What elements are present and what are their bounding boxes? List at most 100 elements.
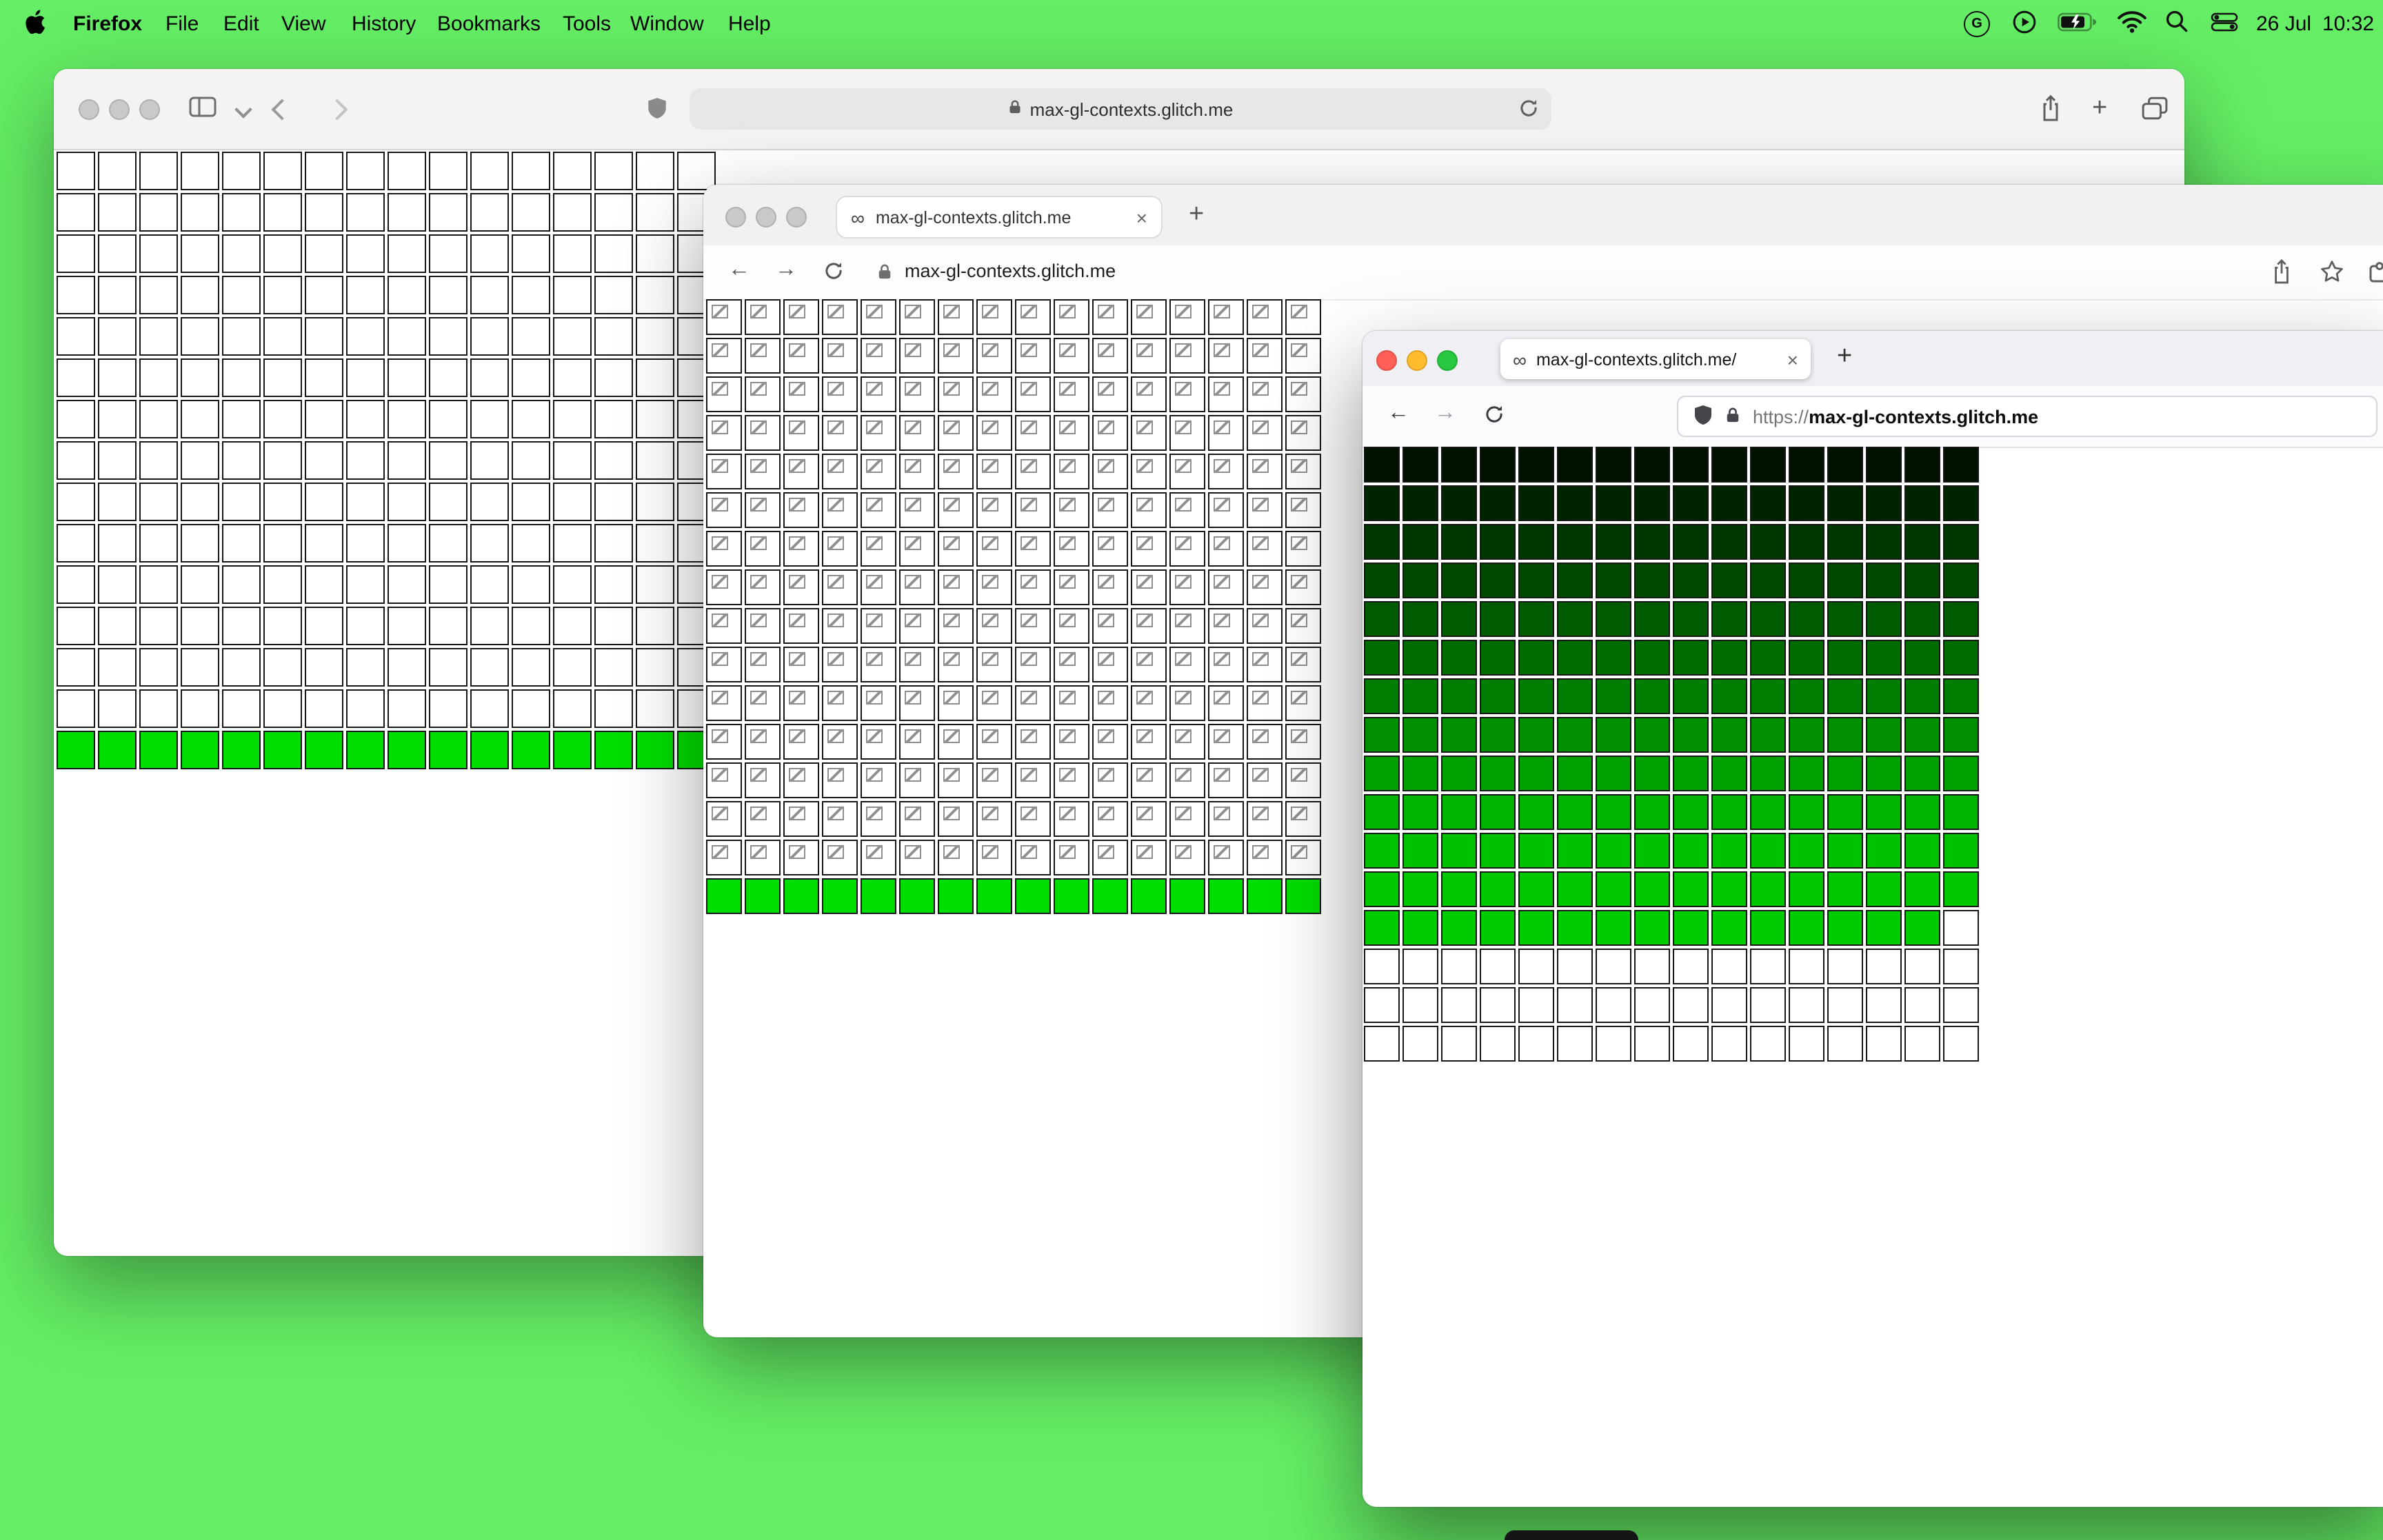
back-button[interactable]: ← [1387, 402, 1409, 425]
broken-image-icon [1136, 614, 1153, 627]
canvas-cell [553, 441, 592, 480]
new-tab-button[interactable]: + [2092, 95, 2107, 121]
bookmark-button[interactable] [2320, 259, 2344, 288]
canvas-cell [1169, 724, 1205, 760]
battery-menu-extra[interactable] [2058, 0, 2098, 48]
canvas-cell [263, 400, 302, 438]
back-button[interactable] [271, 99, 293, 121]
canvas-cell [1943, 485, 1979, 521]
menu-edit[interactable]: Edit [223, 0, 259, 48]
canvas-cell [1866, 910, 1902, 946]
forward-button[interactable] [326, 99, 348, 121]
menu-history[interactable]: History [352, 0, 416, 48]
spotlight-menu-extra[interactable] [2165, 0, 2189, 48]
canvas-cell [1557, 1026, 1593, 1062]
canvas-cell [706, 762, 742, 798]
sidebar-chevron-button[interactable] [234, 101, 252, 119]
minimize-window-button[interactable] [109, 99, 130, 120]
dock-peek[interactable] [1505, 1530, 1638, 1540]
canvas-cell [1285, 724, 1321, 760]
canvas-cell [1673, 871, 1709, 907]
reload-button[interactable] [1484, 404, 1505, 429]
apple-menu[interactable] [25, 0, 46, 48]
address-bar[interactable]: max-gl-contexts.glitch.me [905, 261, 1116, 281]
menu-tools[interactable]: Tools [563, 0, 611, 48]
broken-image-icon [789, 652, 805, 666]
broken-image-icon [1252, 343, 1269, 357]
canvas-cell [1634, 949, 1670, 984]
share-button[interactable] [2040, 94, 2062, 127]
canvas-cell [470, 731, 509, 769]
browser-tab[interactable]: ∞ max-gl-contexts.glitch.me/ × [1500, 339, 1811, 379]
canvas-cell [1904, 794, 1940, 830]
broken-image-icon [1175, 575, 1192, 589]
forward-button[interactable]: → [775, 259, 797, 281]
broken-image-icon [905, 575, 921, 589]
minimize-window-button[interactable] [756, 207, 776, 227]
broken-image-icon [827, 575, 844, 589]
canvas-cell [1673, 756, 1709, 791]
close-window-button[interactable] [725, 207, 746, 227]
canvas-cell [1634, 833, 1670, 869]
canvas-cell [553, 689, 592, 728]
canvas-cell [1364, 871, 1400, 907]
canvas-cell [305, 193, 343, 232]
broken-image-icon [712, 768, 728, 782]
privacy-report-button[interactable] [647, 97, 667, 124]
sidebar-button[interactable] [189, 97, 217, 121]
broken-image-icon [1098, 382, 1114, 396]
close-tab-icon[interactable]: × [1787, 349, 1798, 369]
canvas-cell [1364, 447, 1400, 483]
menu-file[interactable]: File [165, 0, 199, 48]
playback-menu-extra[interactable] [2012, 0, 2037, 48]
canvas-cell [553, 358, 592, 397]
forward-button[interactable]: → [1434, 401, 1456, 425]
canvas-cell [706, 531, 742, 567]
zoom-window-button[interactable] [139, 99, 160, 120]
broken-image-icon [1020, 459, 1037, 473]
address-bar[interactable]: https://max-gl-contexts.glitch.me [1677, 396, 2377, 437]
control-center-menu-extra[interactable] [2211, 0, 2238, 48]
menu-view[interactable]: View [281, 0, 326, 48]
extensions-button[interactable] [2368, 259, 2383, 288]
canvas-cell [1711, 1026, 1747, 1062]
canvas-cell [1711, 987, 1747, 1023]
close-window-button[interactable] [79, 99, 99, 120]
share-button[interactable] [2271, 258, 2292, 290]
broken-image-icon [750, 652, 767, 666]
zoom-window-button[interactable] [786, 207, 807, 227]
clock-date[interactable]: 26 Jul [2256, 0, 2311, 48]
canvas-cell [1092, 724, 1128, 760]
address-bar[interactable]: max-gl-contexts.glitch.me [690, 88, 1551, 130]
reload-button[interactable] [823, 261, 844, 285]
browser-tab[interactable]: ∞ max-gl-contexts.glitch.me × [836, 196, 1163, 239]
broken-image-icon [1175, 382, 1192, 396]
reload-button[interactable] [1518, 98, 1539, 123]
app-menu-firefox[interactable]: Firefox [73, 0, 142, 48]
grammarly-menu-extra[interactable]: G [1964, 0, 1990, 48]
canvas-cell [1092, 492, 1128, 528]
menu-window[interactable]: Window [630, 0, 704, 48]
broken-image-icon [866, 498, 883, 511]
broken-image-icon [1098, 498, 1114, 511]
wifi-menu-extra[interactable] [2117, 0, 2147, 48]
minimize-window-button[interactable] [1407, 350, 1427, 371]
broken-image-icon [750, 459, 767, 473]
broken-image-icon [750, 382, 767, 396]
new-tab-button[interactable]: + [1189, 201, 1204, 227]
forward-icon: → [1434, 401, 1456, 425]
tab-overview-button[interactable] [2142, 97, 2168, 124]
canvas-cell [1169, 762, 1205, 798]
broken-image-icon [827, 421, 844, 434]
broken-image-icon [1059, 459, 1076, 473]
menu-help[interactable]: Help [728, 0, 771, 48]
close-window-button[interactable] [1376, 350, 1397, 371]
zoom-window-button[interactable] [1437, 350, 1458, 371]
menu-bookmarks[interactable]: Bookmarks [437, 0, 541, 48]
canvas-cell [594, 565, 633, 604]
back-button[interactable]: ← [728, 259, 750, 281]
canvas-cell [1557, 756, 1593, 791]
new-tab-button[interactable]: + [1837, 343, 1852, 369]
clock-time[interactable]: 10:32 [2322, 0, 2374, 48]
close-tab-icon[interactable]: × [1136, 207, 1147, 227]
